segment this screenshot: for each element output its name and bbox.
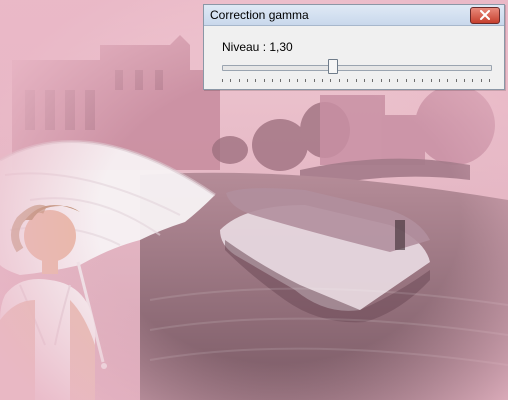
slider-thumb[interactable] [328,59,338,74]
slider-tick [406,79,407,82]
slider-tick [322,79,323,82]
slider-tick [381,79,382,82]
slider-tick [422,79,423,82]
slider-tick [431,79,432,82]
slider-tick [464,79,465,82]
slider-tick [347,79,348,82]
slider-tick [389,79,390,82]
slider-track[interactable] [222,65,492,71]
close-icon [480,10,490,20]
slider-tick [372,79,373,82]
slider-tick [330,79,331,82]
dialog-title: Correction gamma [210,8,309,22]
slider-tick [305,79,306,82]
gamma-dialog: Correction gamma Niveau : 1,30 [203,4,505,90]
slider-tick [222,79,223,82]
slider-tick [230,79,231,82]
slider-tick [264,79,265,82]
slider-tick [456,79,457,82]
slider-tick [447,79,448,82]
slider-tick [364,79,365,82]
slider-tick [280,79,281,82]
slider-tick [314,79,315,82]
slider-tick [247,79,248,82]
slider-tick [356,79,357,82]
slider-tick [489,79,490,82]
dialog-body: Niveau : 1,30 [204,26,504,89]
slider-tick [297,79,298,82]
level-value: 1,30 [269,40,293,54]
slider-tick [339,79,340,82]
level-label: Niveau : 1,30 [222,40,293,54]
title-bar[interactable]: Correction gamma [204,5,504,26]
slider-tick [439,79,440,82]
slider-tick [289,79,290,82]
slider-tick [481,79,482,82]
slider-tick [272,79,273,82]
slider-tick [255,79,256,82]
level-label-text: Niveau : [222,40,267,54]
slider-tick [414,79,415,82]
slider-tick [397,79,398,82]
slider-tick [472,79,473,82]
slider-ticks [222,79,490,83]
gamma-slider[interactable] [222,59,492,85]
close-button[interactable] [470,7,500,24]
slider-tick [239,79,240,82]
